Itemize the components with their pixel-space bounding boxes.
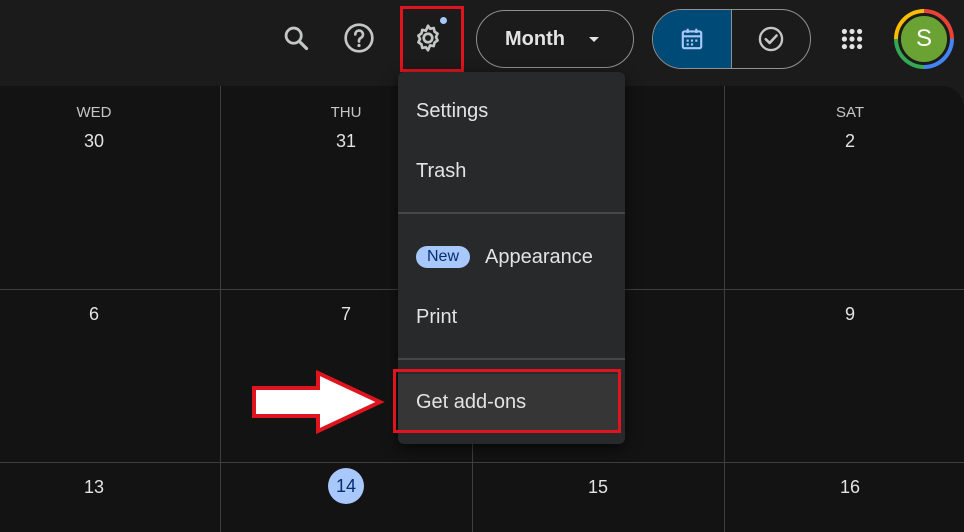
apps-grid-icon [841,28,863,50]
date-cell[interactable]: 9 [820,304,880,325]
grid-divider [220,86,221,532]
help-button[interactable] [339,18,379,58]
calendar-toggle-button[interactable] [653,10,732,68]
grid-divider [0,462,964,463]
search-icon [284,26,309,51]
date-cell[interactable]: 31 [316,131,376,152]
view-selector-label: Month [505,27,565,50]
help-icon [344,23,374,53]
annotation-arrow-icon [252,369,385,435]
search-button[interactable] [276,18,316,58]
caret-down-icon [589,37,599,42]
grid-divider [724,86,725,532]
highlight-box-add-ons [393,369,621,433]
menu-item-print[interactable]: Print [398,289,625,345]
view-toggle-group [652,9,811,69]
menu-divider [398,212,625,214]
date-cell[interactable]: 6 [64,304,124,325]
date-cell[interactable]: 16 [820,477,880,498]
task-check-icon [758,26,784,52]
highlight-box-settings [400,6,464,72]
day-header-wed: WED [76,104,112,121]
account-avatar[interactable]: S [898,13,950,65]
date-cell[interactable]: 7 [316,304,376,325]
menu-item-settings[interactable]: Settings [398,83,625,139]
menu-item-trash[interactable]: Trash [398,143,625,199]
google-apps-button[interactable] [832,19,872,59]
calendar-icon [681,28,703,50]
day-header-sat: SAT [835,104,865,121]
view-selector[interactable]: Month [476,10,634,68]
day-header-thu: THU [330,104,362,121]
menu-item-appearance[interactable]: New Appearance [398,229,625,285]
menu-item-appearance-label: Appearance [485,245,593,268]
today-date-cell[interactable]: 14 [328,468,364,504]
new-badge: New [416,246,471,268]
date-cell[interactable]: 15 [568,477,628,498]
date-cell[interactable]: 2 [820,131,880,152]
date-cell[interactable]: 30 [64,131,124,152]
tasks-toggle-button[interactable] [732,10,810,68]
date-cell[interactable]: 13 [64,477,124,498]
menu-divider [398,358,625,360]
